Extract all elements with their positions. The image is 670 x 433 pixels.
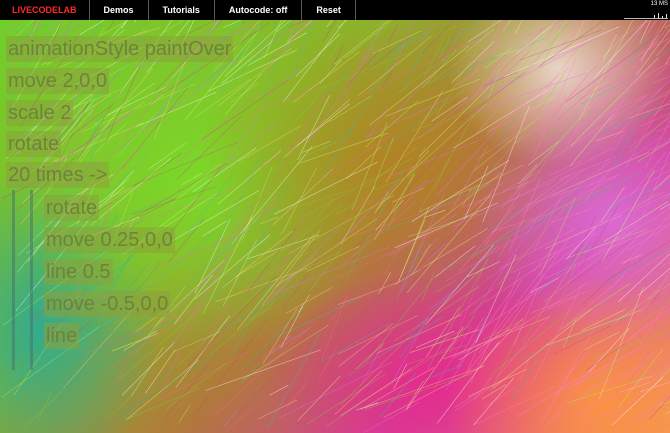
- stats-bar: [654, 15, 655, 18]
- brand-logo-link[interactable]: LIVECODELAB: [0, 0, 90, 20]
- code-line[interactable]: animationStyle paintOver: [6, 36, 234, 62]
- stats-bar: [662, 16, 663, 18]
- code-line[interactable]: move -0.5,0,0: [44, 291, 171, 317]
- code-line[interactable]: 20 times ->: [6, 162, 110, 188]
- autocode-toggle[interactable]: Autocode: off: [215, 0, 303, 20]
- stats-graph: [624, 11, 668, 19]
- code-line[interactable]: move 0.25,0,0: [44, 227, 175, 253]
- tutorials-menu[interactable]: Tutorials: [149, 0, 215, 20]
- code-editor[interactable]: animationStyle paintOver move 2,0,0 scal…: [0, 20, 300, 370]
- code-line[interactable]: line: [44, 323, 80, 349]
- reset-button[interactable]: Reset: [302, 0, 356, 20]
- stats-meter[interactable]: 13 MS: [622, 0, 670, 20]
- code-line[interactable]: rotate: [44, 195, 100, 221]
- code-line[interactable]: rotate: [6, 131, 62, 157]
- stats-bar: [658, 13, 659, 18]
- stats-bar: [666, 14, 667, 18]
- demos-menu[interactable]: Demos: [90, 0, 149, 20]
- code-line[interactable]: move 2,0,0: [6, 68, 109, 94]
- stats-label: 13 MS: [650, 1, 668, 7]
- code-line[interactable]: scale 2: [6, 100, 74, 126]
- indent-guide: [12, 190, 15, 370]
- code-line[interactable]: line 0.5: [44, 259, 113, 285]
- top-menu-bar: LIVECODELAB Demos Tutorials Autocode: of…: [0, 0, 670, 20]
- indent-guide: [30, 190, 33, 370]
